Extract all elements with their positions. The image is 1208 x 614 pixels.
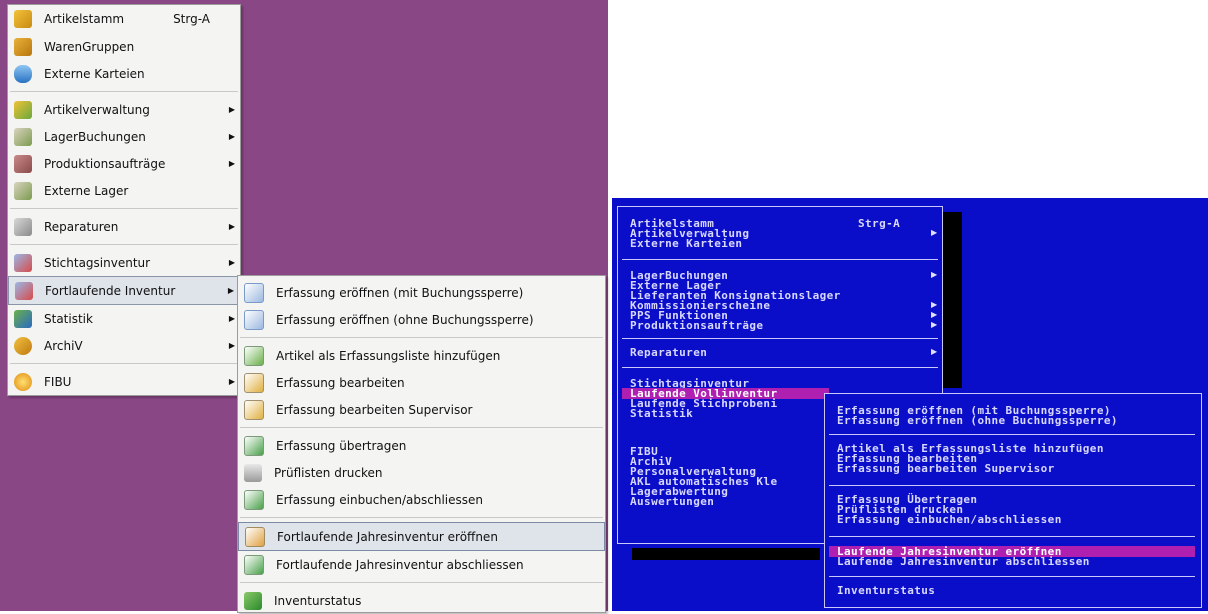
menu-item-externe-lager[interactable]: Externe Lager [8,177,240,204]
document-check-icon [244,489,264,510]
gui-desktop: Artikelstamm Strg-A WarenGruppen Externe… [0,0,608,613]
chevron-right-icon: ▶ [228,258,235,267]
separator [10,91,238,92]
checklist-icon [14,253,32,272]
submenu-jahresinventur-eroeffnen[interactable]: Fortlaufende Jahresinventur eröffnen [238,522,605,551]
warehouse-icon [14,181,32,200]
dos-item-statistik[interactable]: Statistik [630,408,693,419]
separator [829,536,1195,537]
menu-item-reparaturen[interactable]: Reparaturen ▶ [8,213,240,240]
submenu-artikel-hinzufuegen[interactable]: Artikel als Erfassungsliste hinzufügen [238,342,605,369]
document-icon [245,526,265,547]
chevron-right-icon: ▶ [228,314,235,323]
submenu-jahresinventur-abschliessen[interactable]: Fortlaufende Jahresinventur abschliessen [238,551,605,578]
gui-main-menu: Artikelstamm Strg-A WarenGruppen Externe… [7,4,241,396]
menu-item-fibu[interactable]: FIBU ▶ [8,368,240,395]
submenu-prueflisten-drucken[interactable]: Prüflisten drucken [238,459,605,486]
chevron-right-icon: ▶ [931,310,938,319]
chevron-right-icon: ▶ [228,377,235,386]
separator [240,582,603,583]
submenu-erfassung-bearbeiten[interactable]: Erfassung bearbeiten [238,369,605,396]
checklist-icon [15,281,33,300]
submenu-inventurstatus[interactable]: Inventurstatus [238,587,605,614]
shadow-block [632,548,820,560]
separator [622,259,938,260]
chevron-right-icon: ▶ [228,132,235,141]
box-icon [14,10,32,28]
menu-item-archiv[interactable]: ArchiV ▶ [8,332,240,359]
checkmark-icon [244,591,262,610]
dos-screen: Artikelstamm Strg-A Artikelverwaltung ▶ … [612,198,1208,611]
dos-item-auswertungen[interactable]: Auswertungen [630,496,714,507]
factory-icon [14,154,32,173]
chevron-right-icon: ▶ [931,320,938,329]
dos-sub-inventurstatus[interactable]: Inventurstatus [837,585,935,596]
dos-sub-erfassung-bearbeiten-supervisor[interactable]: Erfassung bearbeiten Supervisor [837,463,1055,474]
dos-item-externe-karteien[interactable]: Externe Karteien [630,238,742,249]
chart-icon [14,309,32,328]
document-icon [244,309,264,330]
menu-item-stichtagsinventur[interactable]: Stichtagsinventur ▶ [8,249,240,276]
separator [622,338,938,339]
submenu-erfassung-eroeffnen-ohne[interactable]: Erfassung eröffnen (ohne Buchungssperre) [238,306,605,333]
chevron-right-icon: ▶ [931,300,938,309]
submenu-erfassung-eroeffnen-mit[interactable]: Erfassung eröffnen (mit Buchungssperre) [238,279,605,306]
edit-icon [244,372,264,393]
separator [240,337,603,338]
dos-shortcut: Strg-A [858,217,901,230]
boxes-icon [14,37,32,56]
chevron-right-icon: ▶ [931,228,938,237]
menu-item-warengruppen[interactable]: WarenGruppen [8,33,240,60]
separator [829,434,1195,435]
shield-icon [14,100,32,119]
dos-sub-erfassung-einbuchen[interactable]: Erfassung einbuchen/abschliessen [837,514,1062,525]
separator [10,208,238,209]
dos-item-reparaturen[interactable]: Reparaturen [630,347,707,358]
chevron-right-icon: ▶ [228,159,235,168]
separator [829,576,1195,577]
document-check-icon [244,554,264,575]
menu-item-externe-karteien[interactable]: Externe Karteien [8,60,240,87]
menu-item-artikelstamm[interactable]: Artikelstamm Strg-A [8,5,240,33]
separator [829,485,1195,486]
printer-icon [244,463,262,482]
submenu-erfassung-bearbeiten-supervisor[interactable]: Erfassung bearbeiten Supervisor [238,396,605,423]
wrench-icon [14,217,32,236]
archive-icon [14,336,32,355]
list-add-icon [244,345,264,366]
separator [10,244,238,245]
edit-icon [244,399,264,420]
database-icon [14,64,32,83]
warehouse-icon [14,127,32,146]
chevron-right-icon: ▶ [931,347,938,356]
transfer-icon [244,435,264,456]
dos-sub-erfassung-eroeffnen-ohne[interactable]: Erfassung eröffnen (ohne Buchungssperre) [837,415,1118,426]
chevron-right-icon: ▶ [228,222,235,231]
separator [240,517,603,518]
separator [10,363,238,364]
coin-icon [14,372,32,391]
shadow-block [942,212,962,388]
gui-sub-menu: Erfassung eröffnen (mit Buchungssperre) … [237,275,606,613]
menu-item-statistik[interactable]: Statistik ▶ [8,305,240,332]
menu-item-produktionsauftraege[interactable]: Produktionsaufträge ▶ [8,150,240,177]
dos-item-produktionsauftraege[interactable]: Produktionsaufträge [630,320,763,331]
chevron-right-icon: ▶ [228,105,235,114]
menu-item-fortlaufende-inventur[interactable]: Fortlaufende Inventur ▶ [8,276,240,305]
chevron-right-icon: ▶ [931,270,938,279]
menu-item-artikelverwaltung[interactable]: Artikelverwaltung ▶ [8,96,240,123]
chevron-right-icon: ▶ [227,286,234,295]
separator [622,367,938,368]
submenu-erfassung-uebertragen[interactable]: Erfassung übertragen [238,432,605,459]
submenu-erfassung-einbuchen[interactable]: Erfassung einbuchen/abschliessen [238,486,605,513]
chevron-right-icon: ▶ [228,341,235,350]
dos-sub-menu: Erfassung eröffnen (mit Buchungssperre) … [824,393,1202,608]
separator [240,427,603,428]
document-icon [244,282,264,303]
menu-item-lagerbuchungen[interactable]: LagerBuchungen ▶ [8,123,240,150]
dos-sub-jahresinventur-abschliessen[interactable]: Laufende Jahresinventur abschliessen [837,556,1090,567]
